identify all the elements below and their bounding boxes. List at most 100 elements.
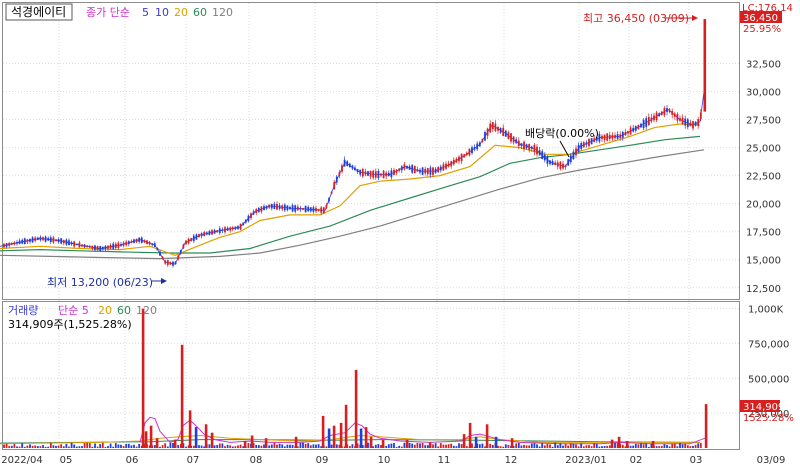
- candle-body: [296, 206, 299, 211]
- volume-bar: [278, 443, 281, 448]
- volume-bar: [153, 445, 156, 448]
- volume-bar: [416, 442, 419, 448]
- volume-bar: [213, 445, 216, 448]
- volume-bar: [380, 445, 382, 448]
- volume-bar: [138, 443, 141, 448]
- candle-body: [546, 155, 549, 164]
- volume-bar: [307, 443, 310, 448]
- volume-tick-label: 1,000K: [748, 305, 784, 316]
- volume-spike-bar: [610, 439, 614, 448]
- candle-body: [47, 238, 50, 241]
- candle-body: [239, 223, 242, 230]
- candle-body: [562, 163, 564, 169]
- candle-body: [112, 243, 115, 249]
- volume-spike-bar: [141, 308, 145, 448]
- candle-body: [299, 207, 302, 210]
- volume-bar: [668, 446, 671, 448]
- candle-body: [364, 171, 367, 175]
- volume-bar: [424, 445, 427, 448]
- candle-body: [252, 211, 255, 215]
- volume-spike-bar: [339, 422, 343, 448]
- candle-body: [226, 227, 229, 231]
- candle-body: [294, 205, 297, 212]
- candle-body: [611, 134, 614, 139]
- candle-body: [52, 237, 55, 243]
- candle-body: [463, 154, 466, 158]
- candle-body: [244, 219, 247, 223]
- volume-bar: [538, 446, 541, 448]
- candle-body: [195, 234, 198, 240]
- candle-body: [419, 169, 421, 173]
- volume-bar: [606, 445, 609, 448]
- candle-body: [276, 203, 278, 210]
- candle-body: [582, 142, 585, 148]
- candle-body: [421, 167, 424, 175]
- candle-body: [166, 260, 169, 265]
- candle-body: [697, 119, 700, 126]
- volume-bar: [127, 443, 130, 448]
- candle-body: [390, 170, 393, 178]
- volume-bar: [400, 446, 403, 448]
- candle-body: [528, 144, 531, 150]
- volume-bar: [247, 443, 250, 448]
- candle-body: [260, 206, 263, 212]
- legend-ma-5: 5: [142, 6, 149, 19]
- volume-bar: [73, 444, 76, 448]
- candle-body: [229, 227, 232, 231]
- candle-body: [26, 239, 29, 243]
- volume-bar: [192, 445, 195, 448]
- volume-bar: [351, 444, 354, 448]
- volume-spike-bar: [625, 441, 629, 448]
- price-tick-label: 30,000: [746, 87, 781, 98]
- volume-bar: [117, 444, 120, 448]
- volume-bar: [419, 443, 421, 448]
- volume-bar: [455, 446, 458, 448]
- candle-body: [413, 166, 416, 174]
- volume-spike-bar: [704, 404, 708, 448]
- candle-body: [452, 159, 455, 165]
- volume-bar: [109, 443, 112, 448]
- volume-spike-bar: [180, 344, 184, 448]
- stock-title: 석경에이티: [11, 5, 66, 19]
- volume-bar: [57, 445, 60, 448]
- volume-bar: [491, 444, 494, 448]
- x-tick-label: 2022/04: [1, 455, 43, 466]
- candle-body: [497, 126, 499, 131]
- candle-body: [627, 131, 629, 134]
- candle-body: [122, 242, 125, 246]
- volume-bar: [499, 446, 502, 448]
- volume-spike-bar: [494, 436, 498, 448]
- volume-bar: [291, 444, 294, 448]
- candle-body: [676, 114, 679, 121]
- volume-bar: [663, 444, 666, 448]
- low-label: 최저 13,200 (06/23): [47, 276, 153, 289]
- candle-body: [382, 170, 385, 179]
- candle-body: [450, 161, 453, 167]
- candle-body: [312, 207, 315, 212]
- candle-body: [114, 243, 117, 248]
- volume-bar: [426, 445, 429, 448]
- candle-body: [172, 261, 174, 266]
- volume-spike-bar: [264, 438, 268, 448]
- candle-body: [169, 261, 172, 265]
- volume-bar: [507, 444, 510, 448]
- candle-body: [140, 237, 143, 243]
- volume-bar: [692, 445, 694, 448]
- volume-bar: [385, 445, 388, 448]
- candle-body: [270, 203, 273, 209]
- volume-bar: [634, 444, 637, 448]
- price-tick-label: 20,000: [746, 200, 781, 211]
- volume-bar: [593, 443, 596, 448]
- volume-spike-bar: [474, 436, 478, 448]
- candle-body: [538, 150, 541, 156]
- stock-chart: 12,500 15,000 17,500 20,000 22,500 25,000 27,5…: [0, 2, 800, 469]
- candle-body: [78, 242, 81, 248]
- candle-body: [335, 176, 338, 183]
- volume-spike-bar: [651, 441, 655, 448]
- candle-body: [580, 143, 583, 149]
- volume-bar: [65, 443, 68, 448]
- candle-body: [198, 234, 200, 238]
- volume-bar: [263, 444, 265, 448]
- candle-body: [302, 208, 304, 210]
- volume-bar: [304, 444, 307, 448]
